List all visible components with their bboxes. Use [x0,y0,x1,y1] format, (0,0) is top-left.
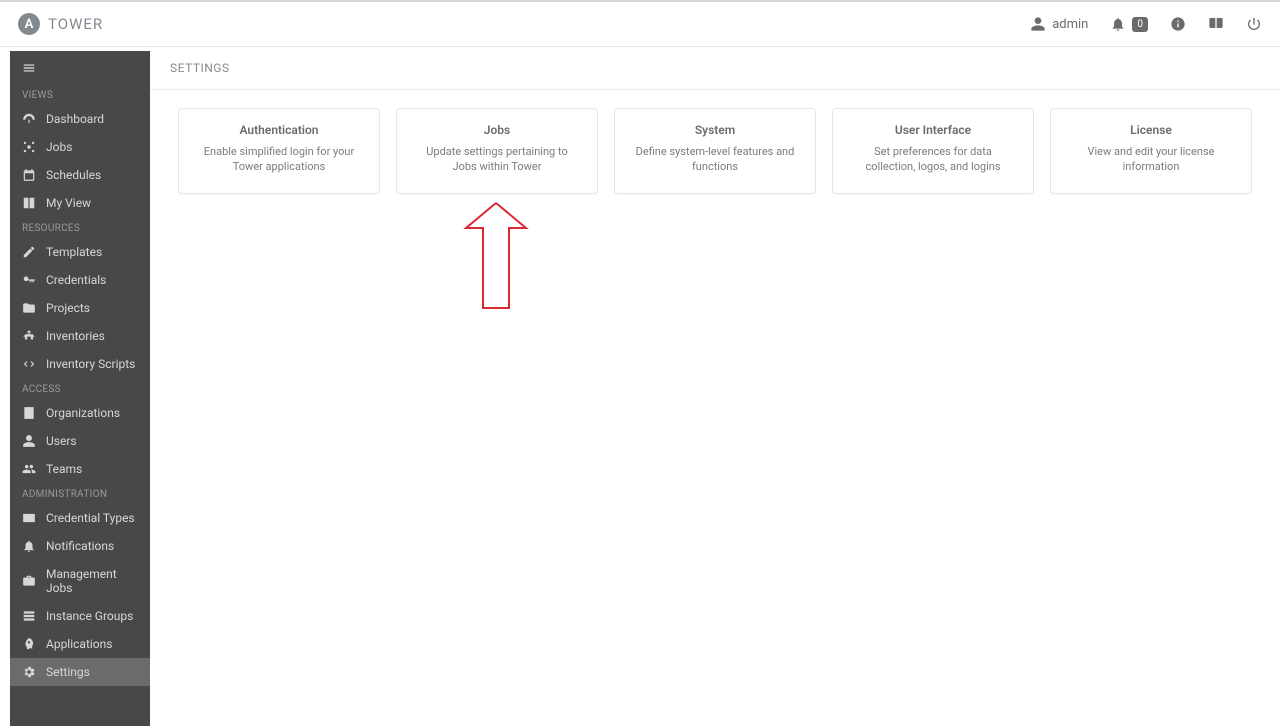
sidebar-item-label: Templates [46,245,102,259]
topbar-right: admin 0 [1030,16,1262,32]
sidebar-item-inventory-scripts[interactable]: Inventory Scripts [10,350,150,378]
users-icon [22,462,36,476]
user-icon [1030,16,1046,32]
user-menu[interactable]: admin [1030,16,1088,32]
sidebar-item-notifications[interactable]: Notifications [10,532,150,560]
dashboard-icon [22,112,36,126]
sidebar-item-label: Inventories [46,329,105,343]
servers-icon [22,609,36,623]
sidebar-item-label: Instance Groups [46,609,133,623]
sidebar-item-label: Schedules [46,168,101,182]
card-system[interactable]: System Define system-level features and … [614,108,816,194]
card-title: Jobs [413,123,581,137]
code-icon [22,357,36,371]
hamburger-icon [22,61,36,75]
briefcase-icon [22,574,36,588]
topbar: A TOWER admin 0 [0,0,1280,47]
jobs-icon [22,140,36,154]
bell-icon [22,539,36,553]
sidebar-item-schedules[interactable]: Schedules [10,161,150,189]
sidebar-item-label: Inventory Scripts [46,357,135,371]
notifications-button[interactable]: 0 [1110,16,1148,32]
folder-icon [22,301,36,315]
sidebar-item-projects[interactable]: Projects [10,294,150,322]
user-icon [22,434,36,448]
id-card-icon [22,511,36,525]
card-desc: Enable simplified login for your Tower a… [195,145,363,175]
sidebar-item-label: Management Jobs [46,567,138,595]
book-icon [1208,16,1224,32]
sitemap-icon [22,329,36,343]
docs-button[interactable] [1208,16,1224,32]
sidebar-item-label: Projects [46,301,90,315]
card-desc: View and edit your license information [1067,145,1235,175]
sidebar-item-users[interactable]: Users [10,427,150,455]
info-icon [1170,16,1186,32]
sidebar-item-instance-groups[interactable]: Instance Groups [10,602,150,630]
key-icon [22,273,36,287]
logout-button[interactable] [1246,16,1262,32]
sidebar: VIEWS Dashboard Jobs Schedules My View R… [10,51,150,726]
card-authentication[interactable]: Authentication Enable simplified login f… [178,108,380,194]
power-icon [1246,16,1262,32]
card-desc: Define system-level features and functio… [631,145,799,175]
info-button[interactable] [1170,16,1186,32]
rocket-icon [22,637,36,651]
sidebar-item-dashboard[interactable]: Dashboard [10,105,150,133]
sidebar-toggle[interactable] [10,51,150,84]
sidebar-item-credentials[interactable]: Credentials [10,266,150,294]
card-title: License [1067,123,1235,137]
sidebar-item-applications[interactable]: Applications [10,630,150,658]
settings-cards: Authentication Enable simplified login f… [150,90,1280,212]
sidebar-item-templates[interactable]: Templates [10,238,150,266]
panes-icon [22,196,36,210]
sidebar-item-settings[interactable]: Settings [10,658,150,686]
brand-logo-icon: A [18,13,40,35]
calendar-icon [22,168,36,182]
sidebar-item-organizations[interactable]: Organizations [10,399,150,427]
sidebar-section-resources: RESOURCES [10,217,150,238]
sidebar-item-label: Organizations [46,406,120,420]
page-title: SETTINGS [150,47,1280,90]
sidebar-item-teams[interactable]: Teams [10,455,150,483]
main-content: SETTINGS Authentication Enable simplifie… [150,47,1280,726]
sidebar-item-credential-types[interactable]: Credential Types [10,504,150,532]
sidebar-section-views: VIEWS [10,84,150,105]
sidebar-item-label: Credential Types [46,511,135,525]
gear-icon [22,665,36,679]
card-title: Authentication [195,123,363,137]
card-desc: Set preferences for data collection, log… [849,145,1017,175]
sidebar-item-label: Applications [46,637,112,651]
notification-badge: 0 [1132,17,1148,32]
card-user-interface[interactable]: User Interface Set preferences for data … [832,108,1034,194]
building-icon [22,406,36,420]
card-jobs[interactable]: Jobs Update settings pertaining to Jobs … [396,108,598,194]
brand[interactable]: A TOWER [18,13,103,35]
sidebar-item-label: Notifications [46,539,114,553]
sidebar-item-myview[interactable]: My View [10,189,150,217]
card-desc: Update settings pertaining to Jobs withi… [413,145,581,175]
sidebar-item-label: Teams [46,462,82,476]
sidebar-item-label: Users [46,434,77,448]
sidebar-item-label: Settings [46,665,90,679]
annotation-arrow-icon [461,198,531,318]
user-label: admin [1052,17,1088,32]
bell-icon [1110,16,1126,32]
sidebar-item-inventories[interactable]: Inventories [10,322,150,350]
sidebar-item-label: Credentials [46,273,106,287]
sidebar-section-administration: ADMINISTRATION [10,483,150,504]
card-title: User Interface [849,123,1017,137]
card-title: System [631,123,799,137]
sidebar-item-label: Jobs [46,140,72,154]
sidebar-item-jobs[interactable]: Jobs [10,133,150,161]
sidebar-item-label: Dashboard [46,112,104,126]
brand-name: TOWER [48,15,103,33]
sidebar-item-management-jobs[interactable]: Management Jobs [10,560,150,602]
sidebar-item-label: My View [46,196,91,210]
pencil-square-icon [22,245,36,259]
sidebar-section-access: ACCESS [10,378,150,399]
card-license[interactable]: License View and edit your license infor… [1050,108,1252,194]
